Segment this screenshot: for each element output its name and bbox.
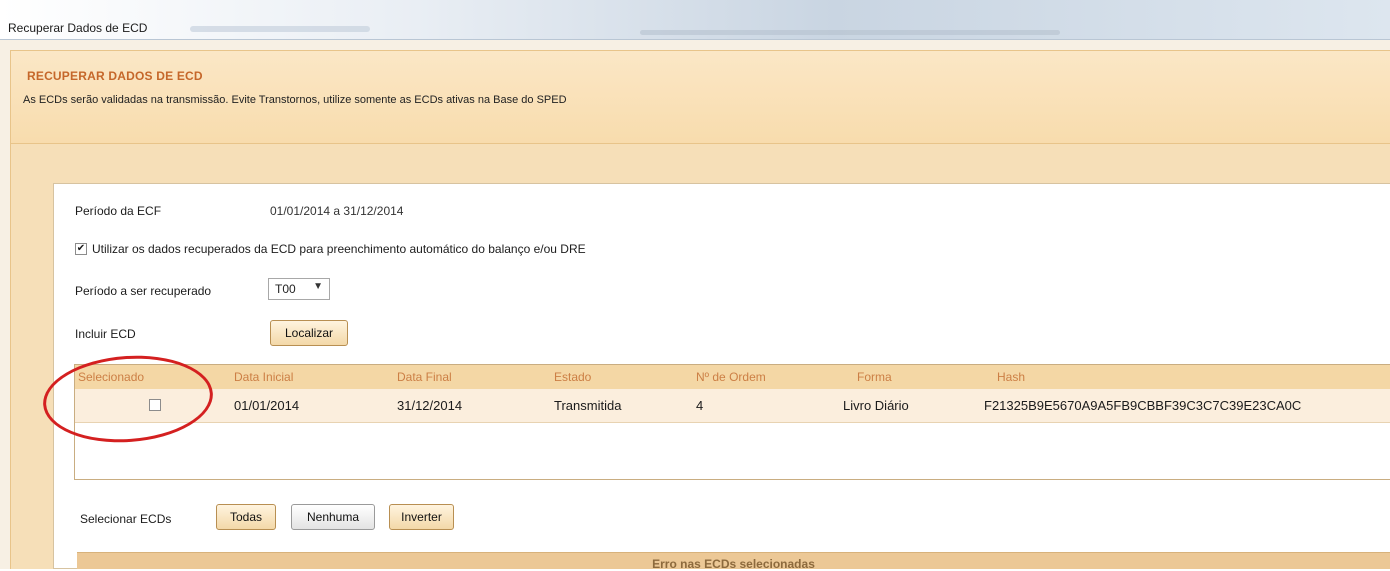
ecd-table: Selecionado Data Inicial Data Final Esta… — [74, 364, 1390, 480]
column-header-estado[interactable]: Estado — [554, 370, 591, 384]
table-header: Selecionado Data Inicial Data Final Esta… — [75, 365, 1390, 389]
autofill-checkbox-label: Utilizar os dados recuperados da ECD par… — [92, 242, 586, 256]
column-header-data-inicial[interactable]: Data Inicial — [234, 370, 293, 384]
column-header-data-final[interactable]: Data Final — [397, 370, 452, 384]
selecionar-ecds-label: Selecionar ECDs — [80, 512, 172, 526]
cell-forma: Livro Diário — [843, 398, 909, 413]
invert-selection-button[interactable]: Inverter — [389, 504, 454, 530]
column-header-forma[interactable]: Forma — [857, 370, 892, 384]
chevron-down-icon: ▼ — [313, 281, 323, 292]
cell-ordem: 4 — [696, 398, 704, 413]
column-header-ordem[interactable]: Nº de Ordem — [696, 370, 766, 384]
title-bar-decoration — [640, 30, 1060, 35]
cell-hash: F21325B9E5670A9A5FB9CBBF39C3C7C39E23CA0C — [984, 398, 1302, 413]
periodo-recuperado-select[interactable]: T00 ▼ — [268, 278, 330, 300]
column-header-hash[interactable]: Hash — [997, 370, 1025, 384]
incluir-ecd-label: Incluir ECD — [75, 327, 136, 341]
window-title: Recuperar Dados de ECD — [8, 21, 148, 35]
periodo-ecf-value: 01/01/2014 a 31/12/2014 — [270, 204, 404, 218]
table-row[interactable]: 01/01/2014 31/12/2014 Transmitida 4 Livr… — [75, 389, 1390, 423]
cell-data-final: 31/12/2014 — [397, 398, 463, 413]
periodo-ecf-label: Período da ECF — [75, 204, 162, 218]
periodo-recuperado-selected: T00 — [275, 282, 296, 296]
select-all-button[interactable]: Todas — [216, 504, 276, 530]
page-header: RECUPERAR DADOS DE ECD As ECDs serão val… — [10, 50, 1390, 144]
title-bar: Recuperar Dados de ECD — [0, 0, 1390, 40]
app-window: Recuperar Dados de ECD RECUPERAR DADOS D… — [0, 0, 1390, 571]
localizar-button[interactable]: Localizar — [270, 320, 348, 346]
cell-data-inicial: 01/01/2014 — [234, 398, 300, 413]
select-none-button[interactable]: Nenhuma — [291, 504, 375, 530]
page-subtitle: As ECDs serão validadas na transmissão. … — [23, 94, 567, 106]
periodo-recuperado-label: Período a ser recuperado — [75, 284, 212, 298]
error-panel-header: Erro nas ECDs selecionadas — [77, 552, 1390, 571]
title-bar-decoration — [190, 26, 370, 32]
page-title: RECUPERAR DADOS DE ECD — [27, 69, 203, 83]
autofill-checkbox[interactable]: ✔ — [75, 243, 87, 255]
cell-estado: Transmitida — [554, 398, 622, 413]
